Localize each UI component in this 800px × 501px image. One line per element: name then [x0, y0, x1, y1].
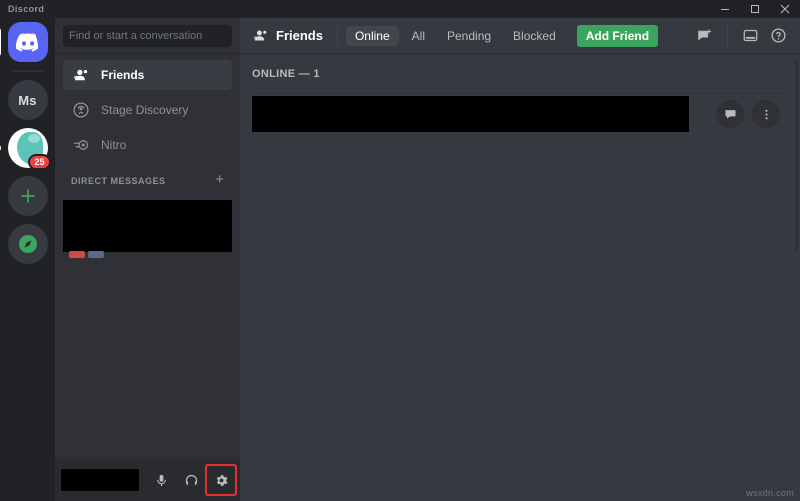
active-indicator — [0, 27, 1, 57]
server-avatar-globe[interactable]: 25 — [8, 128, 48, 168]
rail-divider — [13, 70, 43, 72]
redacted-friend-name — [252, 96, 689, 132]
stage-discovery-icon — [71, 100, 91, 120]
friends-icon — [71, 65, 91, 85]
sidebar-nav: Friends Stage Discovery — [55, 54, 240, 459]
sidebar-item-label: Stage Discovery — [101, 103, 188, 117]
explore-servers-button[interactable] — [8, 224, 48, 264]
search-placeholder: Find or start a conversation — [69, 30, 202, 42]
sidebar-item-stage-discovery[interactable]: Stage Discovery — [63, 95, 232, 125]
title-bar: Discord — [0, 0, 800, 18]
add-server-button[interactable] — [8, 176, 48, 216]
app-body: Ms 25 — [0, 18, 800, 501]
main-content: Friends Online All Pending Blocked Add F… — [240, 18, 800, 501]
friends-icon — [252, 27, 269, 44]
direct-messages-label: DIRECT MESSAGES — [71, 176, 166, 186]
watermark: wsxdn.com — [746, 488, 794, 498]
create-dm-button[interactable]: + — [215, 174, 224, 188]
discord-window: Discord — [0, 0, 800, 501]
redacted-dm-content — [63, 200, 232, 252]
direct-messages-header: DIRECT MESSAGES + — [63, 168, 232, 194]
notification-badge: 25 — [28, 154, 50, 170]
scrollbar[interactable] — [795, 60, 798, 250]
tab-all[interactable]: All — [403, 26, 434, 46]
nitro-icon — [71, 135, 91, 155]
add-friend-button[interactable]: Add Friend — [577, 25, 658, 47]
deafen-button[interactable] — [176, 465, 206, 495]
maximize-button[interactable] — [740, 0, 770, 18]
sidebar-item-nitro[interactable]: Nitro — [63, 130, 232, 160]
new-group-dm-icon[interactable] — [691, 22, 719, 50]
unread-indicator — [0, 144, 1, 152]
window-controls — [710, 0, 800, 18]
list-item[interactable] — [63, 198, 232, 254]
tab-online[interactable]: Online — [346, 26, 399, 46]
server-rail: Ms 25 — [0, 18, 55, 501]
redacted-username — [61, 469, 139, 491]
discord-logo-icon — [8, 22, 48, 62]
user-panel-actions — [146, 465, 236, 495]
help-icon[interactable] — [764, 22, 792, 50]
user-settings-button[interactable] — [206, 465, 236, 495]
minimize-button[interactable] — [710, 0, 740, 18]
tab-blocked[interactable]: Blocked — [504, 26, 565, 46]
dm-sidebar: Find or start a conversation Friends — [55, 18, 240, 501]
search-input[interactable]: Find or start a conversation — [63, 25, 232, 47]
row-actions — [716, 100, 782, 128]
more-options-icon[interactable] — [752, 100, 780, 128]
redacted-chips — [69, 251, 104, 258]
sidebar-item-label: Nitro — [101, 138, 126, 152]
friends-list-panel: ONLINE — 1 — [240, 54, 800, 501]
page-title-text: Friends — [276, 28, 323, 43]
message-icon[interactable] — [716, 100, 744, 128]
inbox-icon[interactable] — [736, 22, 764, 50]
home-button[interactable] — [8, 22, 48, 62]
sidebar-item-friends[interactable]: Friends — [63, 60, 232, 90]
tab-pending[interactable]: Pending — [438, 26, 500, 46]
table-row[interactable] — [252, 90, 782, 132]
online-count-header: ONLINE — 1 — [252, 68, 782, 80]
window-title: Discord — [8, 4, 44, 14]
mute-button[interactable] — [146, 465, 176, 495]
page-title: Friends — [252, 27, 323, 44]
user-panel — [55, 459, 240, 501]
sidebar-item-label: Friends — [101, 68, 144, 82]
compass-icon — [8, 224, 48, 264]
search-container: Find or start a conversation — [55, 18, 240, 54]
server-initials: Ms — [8, 80, 48, 120]
server-avatar-ms[interactable]: Ms — [8, 80, 48, 120]
plus-icon — [8, 176, 48, 216]
close-button[interactable] — [770, 0, 800, 18]
header-divider — [337, 26, 338, 46]
main-header: Friends Online All Pending Blocked Add F… — [240, 18, 800, 54]
header-icons-divider — [727, 26, 728, 46]
header-icons — [691, 22, 792, 50]
